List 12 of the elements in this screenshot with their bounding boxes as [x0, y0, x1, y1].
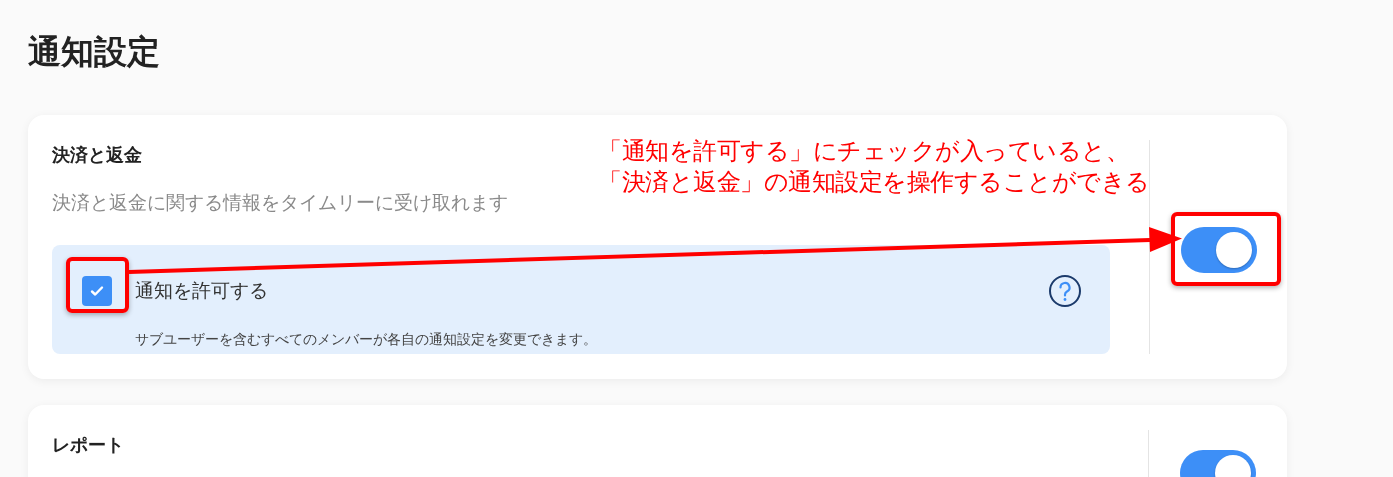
section-title: 決済と返金	[52, 143, 142, 167]
section-description: 決済と返金に関する情報をタイムリーに受け取れます	[52, 190, 508, 215]
help-icon[interactable]	[1048, 273, 1082, 308]
highlight-frame	[66, 257, 129, 313]
checkbox[interactable]	[82, 275, 112, 306]
page-title: 通知設定	[28, 31, 161, 73]
checkbox-label: 通知を許可する	[135, 277, 269, 303]
toggle-switch[interactable]	[1180, 227, 1257, 273]
section-title: レポート	[52, 433, 124, 457]
annotation-text: 「決済と返金」の通知設定を操作することができる	[598, 167, 1150, 197]
annotation-text: 「通知を許可する」にチェックが入っていると、	[598, 136, 1130, 166]
permission-note: サブユーザーを含むすべてのメンバーが各自の通知設定を変更できます。	[135, 330, 598, 349]
